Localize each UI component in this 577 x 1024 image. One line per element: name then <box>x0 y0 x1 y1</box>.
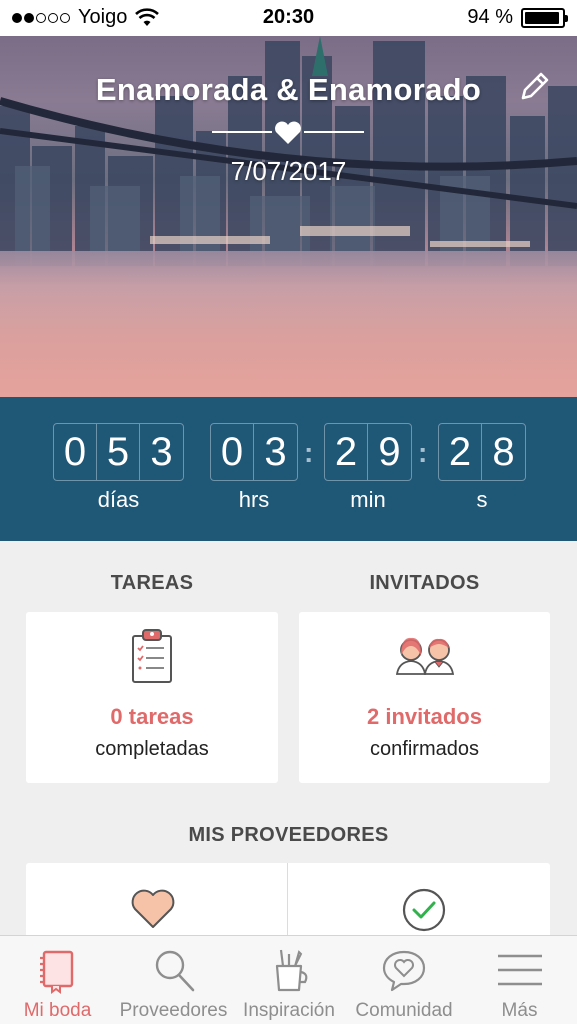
countdown-digit: 9 <box>378 429 401 474</box>
vendors-card[interactable] <box>26 863 550 943</box>
pencil-icon[interactable] <box>517 68 553 104</box>
status-bar: Yoigo 20:30 94 % <box>0 0 577 36</box>
tab-label: Comunidad <box>355 1000 453 1021</box>
countdown-separator: : <box>418 437 428 468</box>
vendors-section-title: MIS PROVEEDORES <box>188 824 389 846</box>
tab-label: Mi boda <box>23 1000 92 1021</box>
menu-icon <box>497 954 542 986</box>
countdown-minutes-label: min <box>350 487 386 512</box>
countdown-digit: 3 <box>264 429 287 474</box>
check-circle-icon <box>402 888 446 932</box>
countdown-days: 0 5 3 días <box>53 423 184 512</box>
countdown-days-label: días <box>97 487 140 512</box>
guests-section-title: INVITADOS <box>369 572 480 594</box>
clipboard-icon <box>132 629 172 683</box>
tasks-section-title: TAREAS <box>110 572 194 594</box>
guests-count: 2 invitados <box>367 704 482 729</box>
search-icon <box>155 950 194 992</box>
bottom-tab-bar: Mi boda Proveedores Inspiración Comunida… <box>0 935 577 1024</box>
countdown-digit: 0 <box>211 424 254 480</box>
countdown-digit: 0 <box>54 424 97 480</box>
countdown-digit: 2 <box>325 424 368 480</box>
wedding-date: 7/07/2017 <box>230 156 347 186</box>
tasks-count: 0 tareas <box>110 704 194 729</box>
status-right: 94 % <box>467 6 568 29</box>
countdown-digit: 2 <box>439 424 482 480</box>
countdown-digit: 3 <box>150 429 173 474</box>
countdown-digit: 8 <box>492 429 515 474</box>
countdown-hours-label: hrs <box>238 487 270 512</box>
tab-comunidad[interactable]: Comunidad <box>346 936 462 1024</box>
tab-mas[interactable]: Más <box>462 936 577 1024</box>
heart-icon <box>131 889 175 928</box>
countdown-hours: 0 3 hrs <box>210 423 298 512</box>
pencil-cup-icon <box>275 949 308 992</box>
guests-subtitle: confirmados <box>370 738 479 760</box>
battery-icon <box>521 7 568 28</box>
countdown-panel: 0 5 3 días 0 3 hrs : 2 9 min : 2 8 s <box>0 397 577 541</box>
countdown-seconds-label: s <box>476 487 488 512</box>
tasks-subtitle: completadas <box>95 738 209 760</box>
vendors-divider <box>287 863 288 943</box>
countdown-digit: 5 <box>97 424 140 480</box>
couple-icon <box>395 637 454 675</box>
tab-label: Proveedores <box>119 1000 228 1021</box>
heart-divider-icon <box>212 121 364 144</box>
tab-mi-boda[interactable]: Mi boda <box>0 936 115 1024</box>
countdown-seconds: 2 8 s <box>438 423 526 512</box>
couple-names-title: Enamorada & Enamorado <box>95 72 482 107</box>
tab-label: Más <box>501 1000 538 1021</box>
hero-banner: Enamorada & Enamorado 7/07/2017 <box>0 36 577 397</box>
battery-percent: 94 % <box>467 6 513 28</box>
tab-label: Inspiración <box>243 1000 335 1021</box>
tasks-card[interactable]: 0 tareas completadas <box>26 612 278 783</box>
river-water <box>0 251 577 397</box>
tab-proveedores[interactable]: Proveedores <box>115 936 232 1024</box>
countdown-separator: : <box>304 437 314 468</box>
notebook-icon <box>39 950 73 994</box>
countdown-minutes: 2 9 min <box>324 423 412 512</box>
chat-heart-icon <box>382 950 426 992</box>
tab-inspiracion[interactable]: Inspiración <box>232 936 346 1024</box>
guests-card[interactable]: 2 invitados confirmados <box>299 612 550 783</box>
